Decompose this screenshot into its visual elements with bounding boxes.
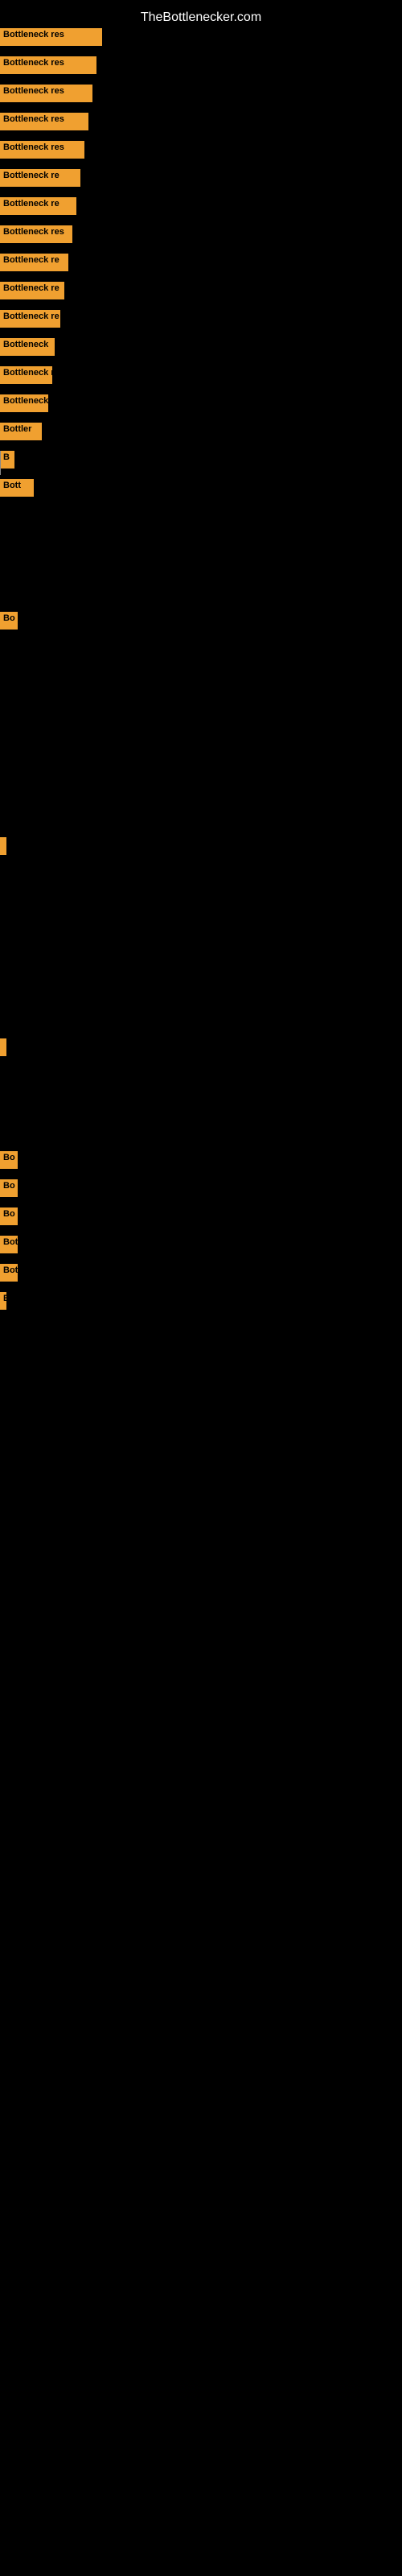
- bar-6: Bottleneck re: [0, 197, 76, 215]
- bar-21: Bo: [0, 1179, 18, 1197]
- bar-11: Bottleneck: [0, 338, 55, 356]
- bar-20: Bo: [0, 1151, 18, 1169]
- bar-7: Bottleneck res: [0, 225, 72, 243]
- bar-3: Bottleneck res: [0, 113, 88, 130]
- bar-23: Bot: [0, 1236, 18, 1253]
- bar-1: Bottleneck res: [0, 56, 96, 74]
- bar-15: B: [0, 451, 14, 469]
- bar-17: Bo: [0, 612, 18, 630]
- bar-24: Bott: [0, 1264, 18, 1282]
- bar-14: Bottler: [0, 423, 42, 440]
- y-axis-line: [0, 451, 1, 475]
- bar-19: [0, 1038, 6, 1056]
- bar-4: Bottleneck res: [0, 141, 84, 159]
- bar-2: Bottleneck res: [0, 85, 92, 102]
- site-title: TheBottlenecker.com: [141, 4, 261, 31]
- bar-12: Bottleneck r: [0, 366, 52, 384]
- bar-5: Bottleneck re: [0, 169, 80, 187]
- bar-18: [0, 837, 6, 855]
- bar-25: B: [0, 1292, 6, 1310]
- bar-13: Bottleneck: [0, 394, 48, 412]
- bar-22: Bo: [0, 1208, 18, 1225]
- bar-8: Bottleneck re: [0, 254, 68, 271]
- bar-10: Bottleneck re: [0, 310, 60, 328]
- bar-16: Bott: [0, 479, 34, 497]
- bar-0: Bottleneck res: [0, 28, 102, 46]
- bar-9: Bottleneck re: [0, 282, 64, 299]
